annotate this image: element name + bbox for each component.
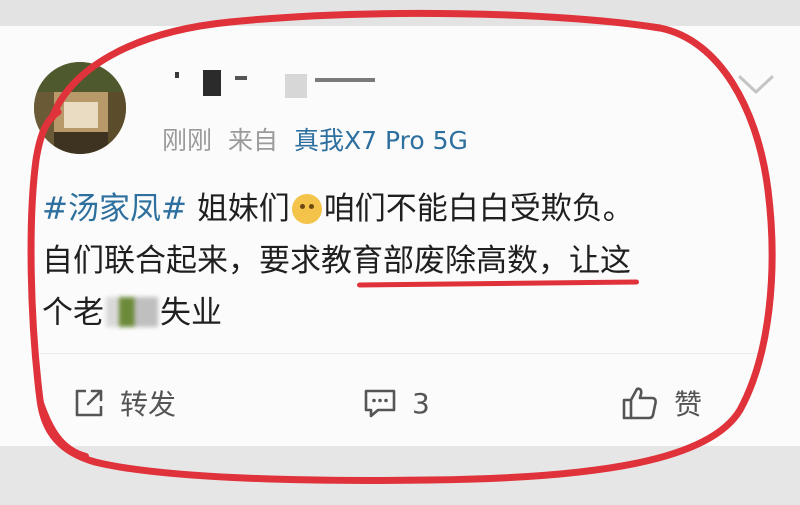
post-device[interactable]: 真我X7 Pro 5G xyxy=(294,126,468,155)
divider xyxy=(40,353,762,354)
content-text-underlined: 教育部废除高数 xyxy=(321,243,538,279)
content-text: 姐妹们 xyxy=(196,191,290,227)
avatar[interactable] xyxy=(34,62,126,154)
like-button[interactable]: 赞 xyxy=(620,380,702,426)
comment-count: 3 xyxy=(412,386,430,420)
chevron-down-icon[interactable] xyxy=(737,74,775,96)
share-arrow-icon xyxy=(75,389,103,417)
thumbs-up-icon xyxy=(622,387,657,420)
post-source-prefix: 来自 xyxy=(228,126,279,155)
post-time: 刚刚 xyxy=(162,126,213,155)
top-strip xyxy=(0,0,800,26)
comment-bubble-icon xyxy=(364,389,396,418)
post-meta: 刚刚 来自 真我X7 Pro 5G xyxy=(162,122,468,160)
like-label: 赞 xyxy=(674,388,703,421)
bottom-strip xyxy=(0,446,800,505)
blurred-text xyxy=(106,297,158,327)
content-text: 失业 xyxy=(160,295,222,331)
hashtag-link[interactable]: #汤家凤# xyxy=(42,191,187,227)
content-text: 咱们不能白白受欺负。 xyxy=(323,191,634,227)
comment-button[interactable]: 3 xyxy=(362,380,430,426)
post-content: #汤家凤# 姐妹们 咱们不能白白受欺负。 自们联合起来，要求教育部废除高数，让这 … xyxy=(42,183,762,339)
content-text: 个老 xyxy=(42,295,104,331)
forward-button[interactable]: 转发 xyxy=(72,380,176,426)
content-text: 自们联合起来，要求 xyxy=(42,243,321,279)
content-text: ，让这 xyxy=(538,243,631,279)
forward-label: 转发 xyxy=(120,388,177,421)
crying-emoji-icon xyxy=(291,194,322,224)
username-redacted[interactable] xyxy=(175,66,405,100)
